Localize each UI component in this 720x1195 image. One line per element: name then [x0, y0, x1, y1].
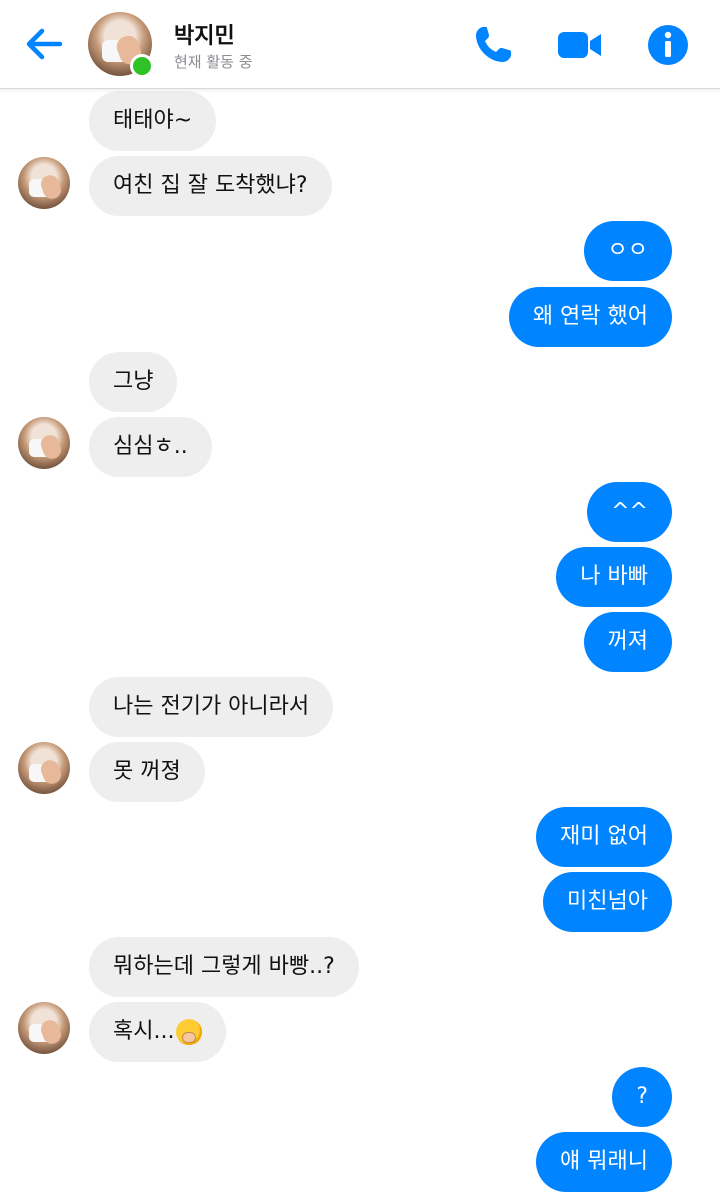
- message-text: 혹시...: [113, 1019, 175, 1044]
- received-message-bubble[interactable]: 못 꺼졍: [89, 742, 205, 802]
- info-icon[interactable]: [645, 22, 691, 68]
- sender-avatar[interactable]: [18, 157, 70, 209]
- sent-message-bubble[interactable]: 왜 연락 했어: [508, 287, 672, 347]
- sent-message-bubble[interactable]: 재미 없어: [536, 807, 672, 867]
- sender-avatar[interactable]: [18, 417, 70, 469]
- sent-message-bubble[interactable]: 꺼져: [583, 612, 672, 672]
- sent-message-bubble[interactable]: ^^: [587, 482, 672, 542]
- received-message-bubble[interactable]: 심심ㅎ..: [89, 417, 212, 477]
- active-status-text: 현재 활동 중: [174, 53, 253, 71]
- online-status-dot: [130, 54, 154, 78]
- received-message-bubble[interactable]: 혹시...: [89, 1002, 227, 1062]
- avatar-photo-detail: [38, 172, 64, 202]
- avatar-photo-detail: [38, 432, 64, 462]
- avatar-photo-detail: [38, 1017, 64, 1047]
- face-with-hand-over-mouth-emoji: [176, 1019, 203, 1045]
- received-message-bubble[interactable]: 그냥: [89, 352, 178, 412]
- received-message-bubble[interactable]: 나는 전기가 아니라서: [89, 677, 334, 737]
- phone-icon[interactable]: [470, 22, 516, 68]
- contact-name[interactable]: 박지민: [174, 18, 235, 50]
- received-message-bubble[interactable]: 뭐하는데 그렇게 바빵..?: [89, 937, 359, 997]
- sent-message-bubble[interactable]: 얘 뭐래니: [536, 1132, 672, 1192]
- sent-message-bubble[interactable]: 나 바빠: [556, 547, 672, 607]
- received-message-bubble[interactable]: 태태야~: [89, 91, 217, 151]
- sender-avatar[interactable]: [18, 742, 70, 794]
- sender-avatar[interactable]: [18, 1002, 70, 1054]
- received-message-bubble[interactable]: 여친 집 잘 도착했냐?: [89, 156, 332, 216]
- avatar-photo-detail: [38, 757, 64, 787]
- sent-message-bubble[interactable]: ?: [612, 1067, 672, 1127]
- sent-message-bubble[interactable]: ㅇㅇ: [583, 221, 672, 281]
- video-camera-icon[interactable]: [556, 22, 602, 68]
- arrow-left-icon[interactable]: [18, 20, 70, 68]
- conversation-header: 박지민 현재 활동 중: [0, 0, 720, 89]
- sent-message-bubble[interactable]: 미친넘아: [543, 872, 672, 932]
